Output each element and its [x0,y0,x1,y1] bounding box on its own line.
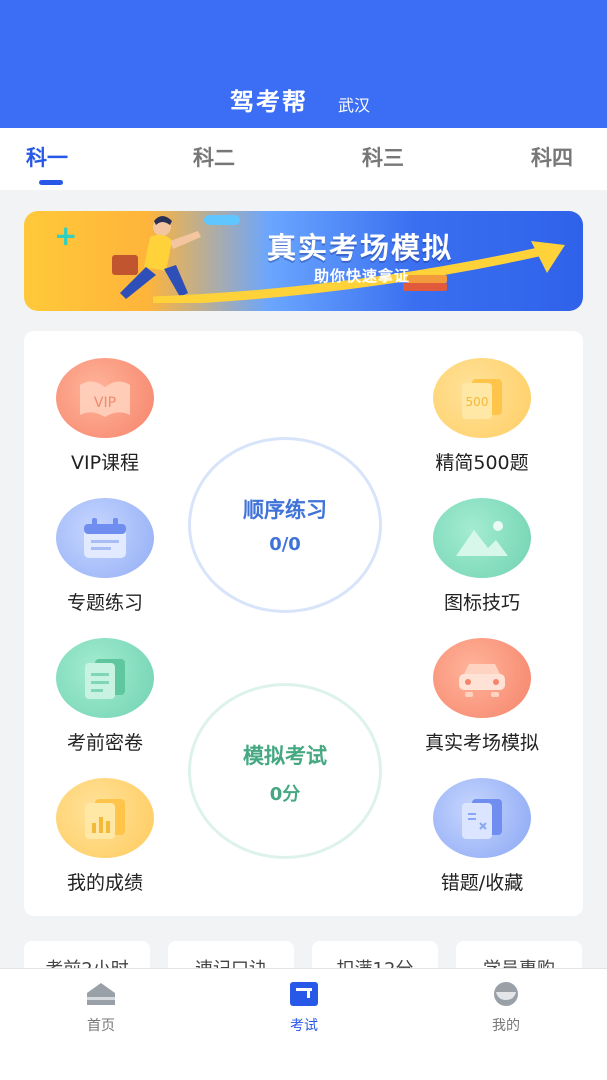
mistakes-favorites-label: 错题/收藏 [440,872,524,894]
plus-decoration-icon: + [54,219,78,252]
calculator-icon [433,778,531,858]
vip-book-icon: VIP [56,358,154,438]
tab-ke1[interactable]: 科一 [26,142,68,172]
tab-ke4[interactable]: 科四 [531,142,573,172]
bottom-nav: 首页 考试 我的 [0,968,607,1080]
app-header: 驾考帮 武汉 [0,0,607,128]
banner-subtitle: 助你快速拿证 [314,267,411,285]
banner-title: 真实考场模拟 [267,231,454,265]
active-tab-indicator [39,180,63,185]
subject-tabs: 科一 科二 科三 科四 [0,128,607,190]
mock-exam-button[interactable]: 模拟考试 0分 [188,683,382,859]
my-scores-label: 我的成绩 [66,872,143,894]
real-exam-sim-button[interactable]: 真实考场模拟 [412,638,552,755]
sign-tips-label: 图标技巧 [443,592,520,614]
document-icon [56,638,154,718]
sequential-practice-button[interactable]: 顺序练习 0/0 [188,437,382,613]
simplified-500-label: 精简500题 [435,452,529,474]
vip-course-button[interactable]: VIP VIP课程 [35,358,175,475]
calendar-icon [56,498,154,578]
simplified-500-button[interactable]: 500 精简500题 [412,358,552,475]
nav-profile-label: 我的 [492,1018,520,1034]
sequential-practice-label: 顺序练习 [243,498,327,522]
mock-exam-score: 0分 [269,784,301,805]
mistakes-favorites-button[interactable]: 错题/收藏 [412,778,552,895]
tab-ke3[interactable]: 科三 [362,142,404,172]
vip-course-label: VIP课程 [70,452,140,474]
topic-practice-button[interactable]: 专题练习 [35,498,175,615]
nav-home[interactable]: 首页 [61,981,141,1035]
sign-tips-button[interactable]: 图标技巧 [412,498,552,615]
city-selector[interactable]: 武汉 [338,92,370,116]
home-icon [87,983,115,1005]
pre-exam-paper-label: 考前密卷 [66,732,143,754]
svg-text:500: 500 [466,395,489,409]
app-title: 驾考帮 [230,88,308,116]
my-scores-button[interactable]: 我的成绩 [35,778,175,895]
nav-profile[interactable]: 我的 [466,981,546,1035]
nav-home-label: 首页 [87,1018,115,1034]
nav-exam[interactable]: 考试 [264,981,344,1035]
sequential-practice-progress: 0/0 [269,534,301,555]
pre-exam-paper-button[interactable]: 考前密卷 [35,638,175,755]
svg-text:VIP: VIP [94,395,116,411]
car-icon [433,638,531,718]
feature-card: VIP VIP课程 专题练习 考前密卷 我的成绩 500 精简500题 图标技巧… [24,331,583,916]
500-card-icon: 500 [433,358,531,438]
tab-ke2[interactable]: 科二 [193,142,235,172]
profile-icon [494,982,518,1006]
real-exam-sim-label: 真实考场模拟 [424,732,539,754]
nav-exam-label: 考试 [290,1018,318,1034]
image-icon [433,498,531,578]
exam-banner[interactable]: + 真实考场模拟 助你快速拿证 [24,211,583,311]
exam-icon [290,982,318,1006]
bar-chart-icon [56,778,154,858]
mock-exam-label: 模拟考试 [243,744,327,768]
topic-practice-label: 专题练习 [66,592,143,614]
